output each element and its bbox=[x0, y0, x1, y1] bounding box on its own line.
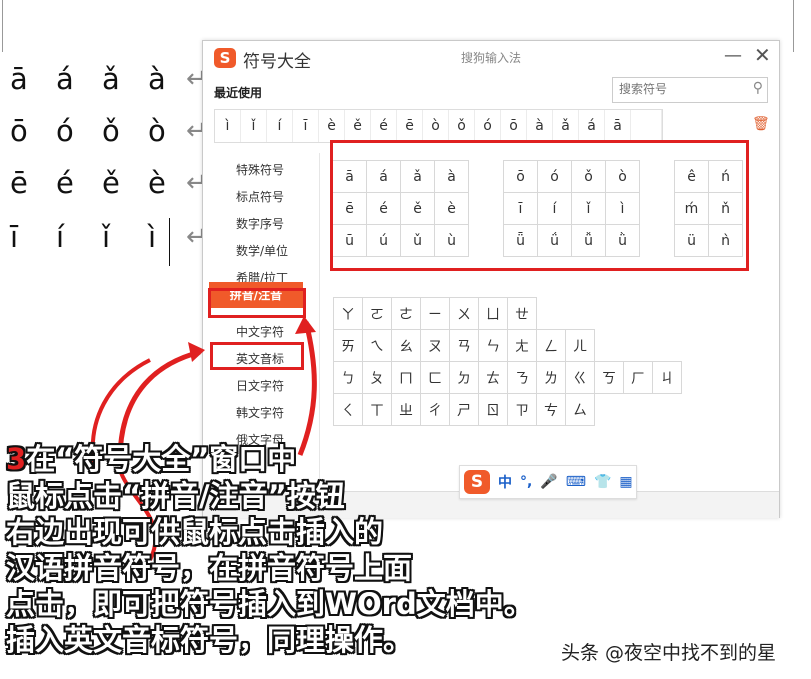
arrow-head-phonetic bbox=[188, 342, 205, 362]
caption-number: 3 bbox=[6, 442, 27, 476]
watermark: 头条 @夜空中找不到的星 bbox=[561, 642, 777, 664]
arrow-head-pinyin bbox=[295, 316, 316, 334]
caption-line-1: 3在“符号大全”窗口中 bbox=[6, 436, 296, 478]
caption-line-1-text: 在“符号大全”窗口中 bbox=[26, 442, 297, 476]
arrow-to-pinyin bbox=[297, 321, 317, 456]
caption-line-6: 插入英文音标符号，同理操作。 bbox=[6, 623, 413, 657]
